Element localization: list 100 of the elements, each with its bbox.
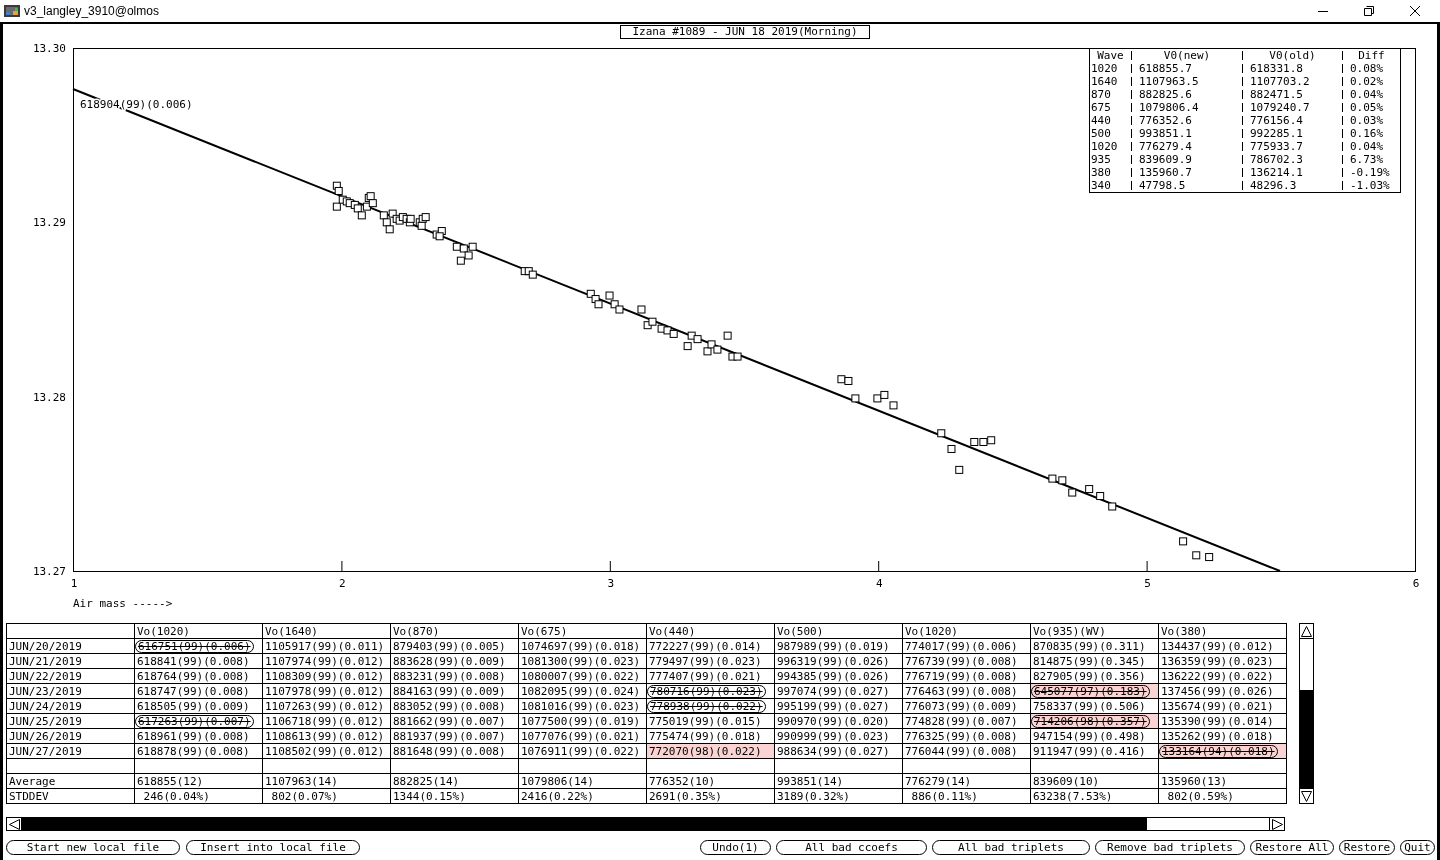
left-arrow-icon	[8, 818, 20, 830]
table-cell: 802(0.59%)	[1158, 788, 1287, 804]
legend-cell: 6.73%	[1350, 153, 1384, 166]
row-label: JUN/26/2019	[6, 728, 135, 744]
legend-cell: 1079240.7	[1250, 101, 1310, 114]
data-point	[421, 213, 430, 222]
table-cell: 947154(99)(0.498)	[1030, 728, 1159, 744]
legend-cell: 618855.7	[1139, 62, 1192, 75]
legend-cell: 882825.6	[1139, 88, 1192, 101]
table-cell: 135390(99)(0.014)	[1158, 713, 1287, 729]
table-cell: 758337(99)(0.506)	[1030, 698, 1159, 714]
table-cell: 779497(99)(0.023)	[646, 653, 775, 669]
action-button[interactable]: Start new local file	[6, 840, 180, 855]
action-button[interactable]: Restore	[1339, 840, 1395, 855]
data-point	[707, 340, 716, 349]
data-point	[851, 394, 860, 403]
row-label: JUN/27/2019	[6, 743, 135, 759]
table-cell: 997074(99)(0.027)	[774, 683, 903, 699]
column-header: Vo(675)	[518, 623, 647, 639]
data-point	[1179, 537, 1188, 546]
action-button[interactable]: Quit	[1400, 840, 1435, 855]
data-point	[1205, 553, 1214, 562]
data-point	[368, 199, 377, 208]
table-cell: 1107978(99)(0.012)	[262, 683, 391, 699]
table-cell: 882825(14)	[390, 773, 519, 789]
y-tick-label: 13.28	[32, 390, 66, 404]
legend-header: V0(new)	[1163, 49, 1211, 62]
legend-cell: 0.03%	[1350, 114, 1384, 127]
data-point	[693, 335, 702, 344]
table-cell: 881937(99)(0.007)	[390, 728, 519, 744]
data-point	[379, 211, 388, 220]
table-cell: 778938(99)(0.022)	[646, 698, 775, 714]
horizontal-scrollbar[interactable]	[6, 817, 1285, 831]
x-tick-label: 4	[875, 577, 883, 590]
scroll-right-button[interactable]	[1270, 818, 1284, 830]
action-button[interactable]: Restore All	[1250, 840, 1334, 855]
row-label: Average	[6, 773, 135, 789]
column-header: Vo(1020)	[902, 623, 1031, 639]
data-point	[353, 204, 362, 213]
legend-cell: 0.05%	[1350, 101, 1384, 114]
action-button[interactable]: Remove bad triplets	[1095, 840, 1245, 855]
table-cell: 1108309(99)(0.012)	[262, 668, 391, 684]
table-cell: 774017(99)(0.006)	[902, 638, 1031, 654]
data-point	[880, 390, 889, 399]
table-cell: 911947(99)(0.416)	[1030, 743, 1159, 759]
data-point	[435, 232, 444, 241]
window-title: v3_langley_3910@olmos	[24, 4, 159, 18]
table-cell: 883052(99)(0.008)	[390, 698, 519, 714]
action-button[interactable]: All bad ccoefs	[776, 840, 927, 855]
column-header: Vo(935)(WV)	[1030, 623, 1159, 639]
table-cell: 777407(99)(0.021)	[646, 668, 775, 684]
scroll-down-button[interactable]	[1300, 789, 1313, 803]
legend-cell: 0.04%	[1350, 140, 1384, 153]
legend-header: Wave	[1097, 49, 1124, 62]
y-tick-label: 13.30	[32, 42, 66, 55]
vertical-scrollbar[interactable]	[1299, 623, 1314, 804]
table-cell: 990970(99)(0.020)	[774, 713, 903, 729]
row-label: JUN/21/2019	[6, 653, 135, 669]
table-cell: 3189(0.32%)	[774, 788, 903, 804]
table-cell: 881648(99)(0.008)	[390, 743, 519, 759]
table-cell: 987989(99)(0.019)	[774, 638, 903, 654]
table-cell: 988634(99)(0.027)	[774, 743, 903, 759]
legend-cell: 500	[1091, 127, 1111, 140]
legend-cell: 0.08%	[1350, 62, 1384, 75]
x-tick-label: 3	[607, 577, 615, 590]
legend-cell: 775933.7	[1250, 140, 1303, 153]
data-point	[955, 465, 964, 474]
action-button[interactable]: Undo(1)	[700, 840, 771, 855]
legend-cell: 675	[1091, 101, 1111, 114]
legend-cell: 992285.1	[1250, 127, 1303, 140]
scroll-up-button[interactable]	[1300, 624, 1313, 638]
data-point	[987, 436, 996, 445]
table-cell: 883231(99)(0.008)	[390, 668, 519, 684]
data-point	[723, 331, 732, 340]
table-cell: 884163(99)(0.009)	[390, 683, 519, 699]
scrollbar-thumb[interactable]	[1300, 690, 1313, 788]
table-cell: 1076911(99)(0.022)	[518, 743, 647, 759]
table-cell: 616751(99)(0.006)	[134, 638, 263, 654]
data-point	[733, 352, 742, 361]
table-cell: 993851(14)	[774, 773, 903, 789]
data-point	[456, 256, 465, 265]
legend-cell: 440	[1091, 114, 1111, 127]
table-cell: 1107963(14)	[262, 773, 391, 789]
table-cell: 618961(99)(0.008)	[134, 728, 263, 744]
scroll-left-button[interactable]	[7, 818, 21, 830]
table-cell: 618764(99)(0.008)	[134, 668, 263, 684]
row-label: STDDEV	[6, 788, 135, 804]
data-point	[388, 209, 397, 218]
legend-cell: 47798.5	[1139, 179, 1186, 192]
data-point	[334, 186, 343, 195]
legend-cell: 786702.3	[1250, 153, 1303, 166]
table-cell: 772227(99)(0.014)	[646, 638, 775, 654]
action-button[interactable]: Insert into local file	[186, 840, 360, 855]
action-button[interactable]: All bad triplets	[932, 840, 1090, 855]
data-point	[837, 375, 846, 384]
scrollbar-thumb[interactable]	[22, 818, 1147, 830]
data-point	[703, 347, 712, 356]
table-cell: 1106718(99)(0.012)	[262, 713, 391, 729]
column-header: Vo(1640)	[262, 623, 391, 639]
data-point	[873, 394, 882, 403]
